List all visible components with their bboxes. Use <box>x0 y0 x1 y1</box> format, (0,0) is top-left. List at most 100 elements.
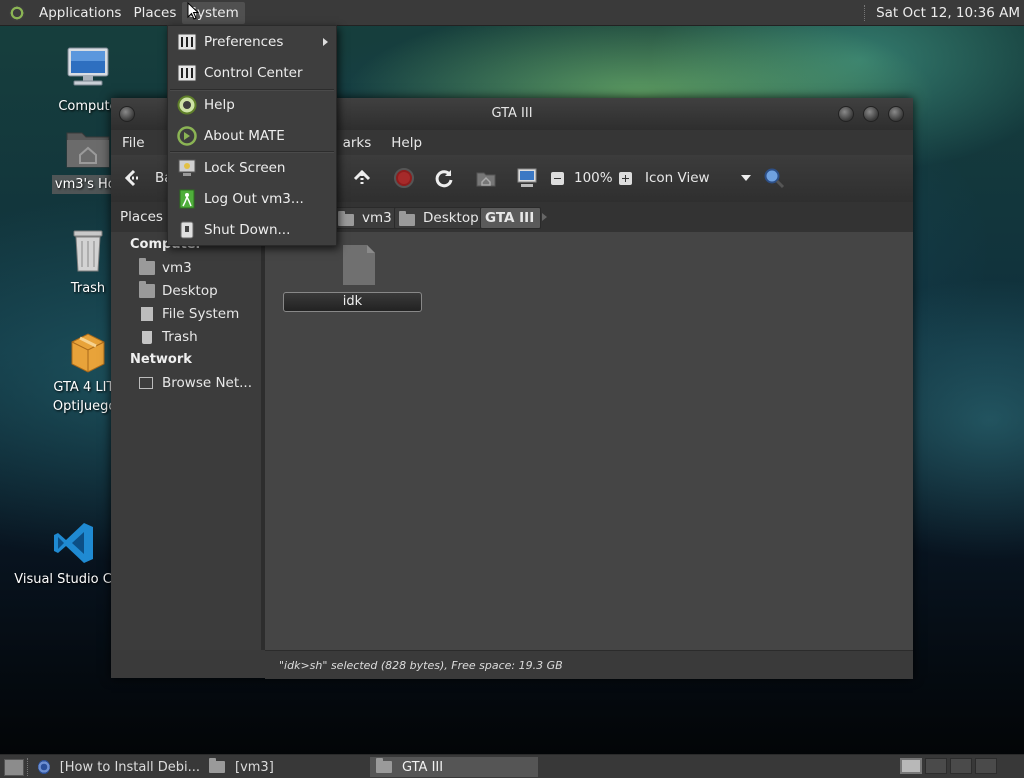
breadcrumb-label: vm3 <box>362 210 392 226</box>
zoom-in-button[interactable] <box>619 167 632 189</box>
computer-small-icon <box>517 168 537 187</box>
menu-separator <box>170 151 334 153</box>
sidebar-pane-selector[interactable]: Places <box>120 209 163 225</box>
mouse-pointer-icon <box>187 2 199 20</box>
bottom-panel: [How to Install Debi... [vm3] GTA III <box>0 754 1024 778</box>
breadcrumb-next-arrow-icon[interactable] <box>542 213 547 221</box>
trash-icon <box>73 230 103 272</box>
reload-icon <box>435 170 453 188</box>
top-panel: Applications Places System Sat Oct 12, 1… <box>0 0 1024 26</box>
workspace-1-icon[interactable] <box>900 758 922 774</box>
places-menu[interactable]: Places <box>127 2 182 24</box>
text-file-icon <box>343 245 375 285</box>
menu-item-label: Lock Screen <box>204 160 286 176</box>
file-view[interactable]: idk <box>265 232 913 650</box>
home-folder-small-icon <box>139 258 155 275</box>
search-button[interactable] <box>763 167 785 189</box>
sidebar-item-label: File System <box>162 306 240 322</box>
logout-icon <box>179 189 195 209</box>
sidebar-item-label: Desktop <box>162 283 218 299</box>
system-menu: Preferences Control Center Help About MA… <box>167 25 337 246</box>
sidebar-item-label: vm3 <box>162 260 192 276</box>
sidebar-item-browse-network[interactable]: Browse Net... <box>139 373 252 393</box>
applications-menu[interactable]: Applications <box>33 2 127 24</box>
file-item-idk[interactable]: idk <box>283 244 423 312</box>
statusbar: "idk>sh" selected (828 bytes), Free spac… <box>265 650 913 679</box>
stop-button[interactable] <box>393 167 415 189</box>
up-arrow-icon <box>353 169 371 186</box>
workspace-3-icon[interactable] <box>950 758 972 774</box>
shutdown-icon <box>180 221 194 239</box>
sidebar-item-label: Browse Net... <box>162 375 253 391</box>
mate-logo-icon[interactable] <box>9 4 25 21</box>
zoom-in-icon <box>619 171 632 185</box>
zoom-out-icon <box>551 171 564 185</box>
up-button[interactable] <box>351 167 373 189</box>
file-name-label: idk <box>283 292 422 312</box>
back-button[interactable]: Ba <box>121 167 173 189</box>
drive-icon <box>141 307 153 321</box>
search-icon <box>764 168 785 189</box>
breadcrumb-desktop[interactable]: Desktop <box>394 207 486 229</box>
sidebar-item-trash[interactable]: Trash <box>139 327 198 347</box>
maximize-button[interactable] <box>863 106 879 122</box>
view-mode-select[interactable]: Icon View <box>645 167 751 189</box>
menu-item-label: Control Center <box>204 65 303 81</box>
breadcrumb-gta3[interactable]: GTA III <box>480 207 542 229</box>
stop-icon <box>394 168 414 188</box>
menu-file[interactable]: File <box>111 135 156 151</box>
vscode-icon <box>54 523 93 563</box>
menu-item-label: Help <box>204 97 235 113</box>
menu-item-preferences[interactable]: Preferences <box>168 28 336 56</box>
menu-item-control-center[interactable]: Control Center <box>168 59 336 87</box>
folder-small-icon <box>139 281 155 298</box>
folder-icon <box>209 758 225 773</box>
back-arrow-icon <box>124 169 140 187</box>
sidebar-heading-network: Network <box>130 352 192 367</box>
menu-item-log-out[interactable]: Log Out vm3... <box>168 185 336 213</box>
breadcrumb-label: Desktop <box>423 210 479 226</box>
clock[interactable]: Sat Oct 12, 10:36 AM <box>876 5 1020 21</box>
package-icon <box>71 333 105 373</box>
menu-item-label: Preferences <box>204 34 284 50</box>
panel-separator <box>27 758 28 776</box>
show-desktop-icon[interactable] <box>4 759 24 776</box>
taskbar-item-gta3[interactable]: GTA III <box>370 757 538 777</box>
zoom-out-button[interactable] <box>551 167 564 189</box>
panel-separator <box>864 4 868 21</box>
home-folder-icon <box>66 132 110 168</box>
workspace-4-icon[interactable] <box>975 758 997 774</box>
breadcrumb-vm3[interactable]: vm3 <box>333 207 399 229</box>
close-button[interactable] <box>888 106 904 122</box>
menu-item-lock-screen[interactable]: Lock Screen <box>168 154 336 182</box>
sidebar-item-desktop[interactable]: Desktop <box>139 281 218 301</box>
view-mode-value: Icon View <box>645 170 710 186</box>
folder-icon <box>376 758 392 773</box>
folder-small-icon <box>399 210 415 226</box>
taskbar-item-label: [vm3] <box>235 759 274 775</box>
menu-item-label: Log Out vm3... <box>204 191 304 207</box>
breadcrumb-label: GTA III <box>485 210 535 226</box>
clock-area: Sat Oct 12, 10:36 AM <box>864 0 1020 25</box>
workspace-2-icon[interactable] <box>925 758 947 774</box>
menu-item-label: Shut Down... <box>204 222 291 238</box>
taskbar-item-vm3[interactable]: [vm3] <box>203 757 367 777</box>
menu-help[interactable]: Help <box>380 135 433 151</box>
menu-item-shut-down[interactable]: Shut Down... <box>168 216 336 244</box>
minimize-button[interactable] <box>838 106 854 122</box>
submenu-arrow-icon <box>323 38 328 46</box>
reload-button[interactable] <box>433 167 455 189</box>
lock-icon <box>178 159 196 176</box>
sidebar-item-filesystem[interactable]: File System <box>139 304 239 324</box>
computer-button[interactable] <box>516 167 538 189</box>
control-center-icon <box>177 64 197 82</box>
taskbar-item-browser[interactable]: [How to Install Debi... <box>32 757 200 777</box>
menu-bookmarks[interactable]: arks <box>332 135 383 151</box>
menu-item-help[interactable]: Help <box>168 91 336 119</box>
menu-item-about-mate[interactable]: About MATE <box>168 122 336 150</box>
desktop-icon-label: Visual Studio Co <box>14 572 120 587</box>
zoom-level[interactable]: 100% <box>574 167 613 189</box>
desktop-screen: Applications Places System Sat Oct 12, 1… <box>0 0 1024 778</box>
sidebar-item-vm3[interactable]: vm3 <box>139 258 192 278</box>
home-button[interactable] <box>475 167 497 189</box>
